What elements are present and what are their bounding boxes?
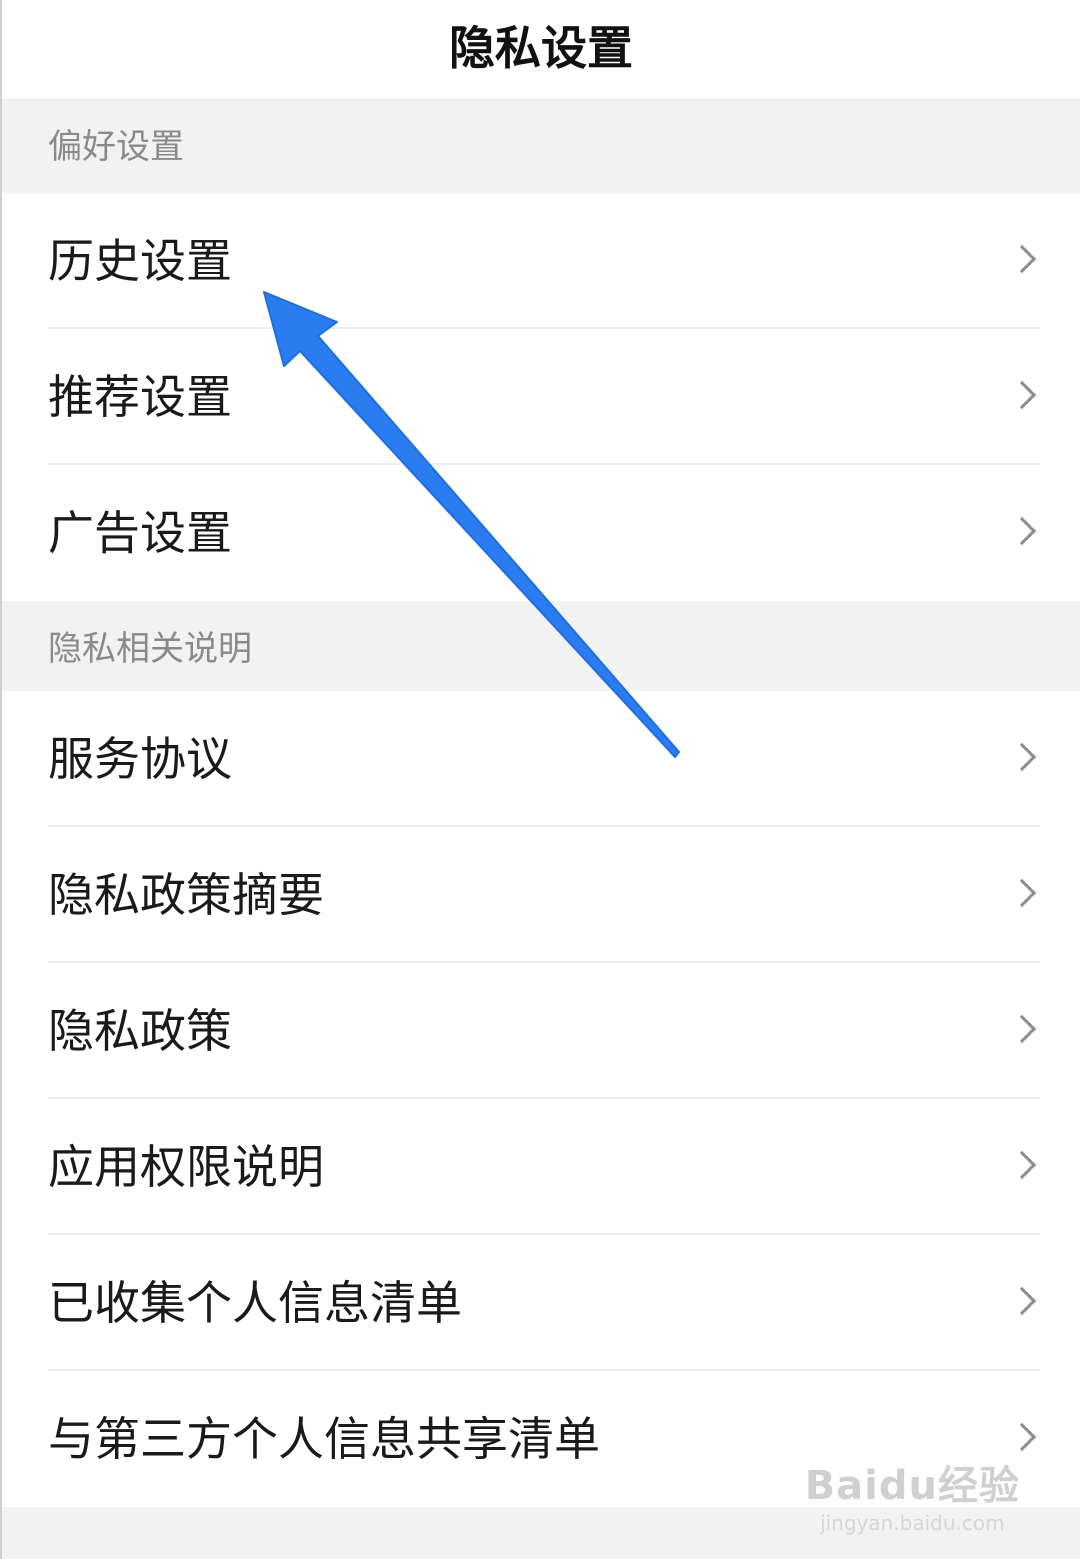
chevron-right-icon bbox=[1007, 244, 1037, 274]
chevron-right-icon bbox=[1007, 1286, 1037, 1316]
row-privacy-policy-summary[interactable]: 隐私政策摘要 bbox=[2, 827, 1080, 963]
chevron-right-icon bbox=[1007, 878, 1037, 908]
section-label: 隐私相关说明 bbox=[48, 629, 252, 669]
chevron-right-icon bbox=[1007, 742, 1037, 772]
chevron-right-icon bbox=[1007, 1150, 1037, 1180]
row-label: 隐私政策 bbox=[48, 1004, 232, 1058]
row-collected-info-list[interactable]: 已收集个人信息清单 bbox=[2, 1235, 1080, 1371]
row-recommendation-settings[interactable]: 推荐设置 bbox=[2, 329, 1080, 465]
row-label: 广告设置 bbox=[48, 506, 232, 560]
section-label: 偏好设置 bbox=[48, 127, 184, 167]
row-label: 应用权限说明 bbox=[48, 1140, 324, 1194]
row-label: 与第三方个人信息共享清单 bbox=[48, 1412, 600, 1466]
row-label: 隐私政策摘要 bbox=[48, 868, 324, 922]
page-title: 隐私设置 bbox=[449, 21, 633, 75]
privacy-settings-page: 隐私设置 偏好设置 历史设置 推荐设置 广告设置 隐私相关说明 服务协议 隐私政… bbox=[0, 0, 1080, 1559]
chevron-right-icon bbox=[1007, 1422, 1037, 1452]
section-header-privacy-notes: 隐私相关说明 bbox=[2, 601, 1080, 691]
row-label: 已收集个人信息清单 bbox=[48, 1276, 462, 1330]
group-privacy-notes: 服务协议 隐私政策摘要 隐私政策 应用权限说明 已收集个人信息清单 与第三方个人… bbox=[2, 691, 1080, 1507]
chevron-right-icon bbox=[1007, 380, 1037, 410]
row-label: 历史设置 bbox=[48, 234, 232, 288]
watermark-logo: Baidu经验 bbox=[804, 1463, 1020, 1509]
group-preferences: 历史设置 推荐设置 广告设置 bbox=[2, 193, 1080, 601]
row-service-agreement[interactable]: 服务协议 bbox=[2, 691, 1080, 827]
row-history-settings[interactable]: 历史设置 bbox=[2, 193, 1080, 329]
chevron-right-icon bbox=[1007, 516, 1037, 546]
row-label: 推荐设置 bbox=[48, 370, 232, 424]
chevron-right-icon bbox=[1007, 1014, 1037, 1044]
row-privacy-policy[interactable]: 隐私政策 bbox=[2, 963, 1080, 1099]
section-header-preferences: 偏好设置 bbox=[2, 101, 1080, 193]
header-bar: 隐私设置 bbox=[2, 0, 1080, 101]
watermark: Baidu经验 jingyan.baidu.com bbox=[805, 1453, 1020, 1535]
row-app-permissions[interactable]: 应用权限说明 bbox=[2, 1099, 1080, 1235]
row-label: 服务协议 bbox=[48, 732, 232, 786]
watermark-url: jingyan.baidu.com bbox=[820, 1511, 1005, 1535]
row-ad-settings[interactable]: 广告设置 bbox=[2, 465, 1080, 601]
